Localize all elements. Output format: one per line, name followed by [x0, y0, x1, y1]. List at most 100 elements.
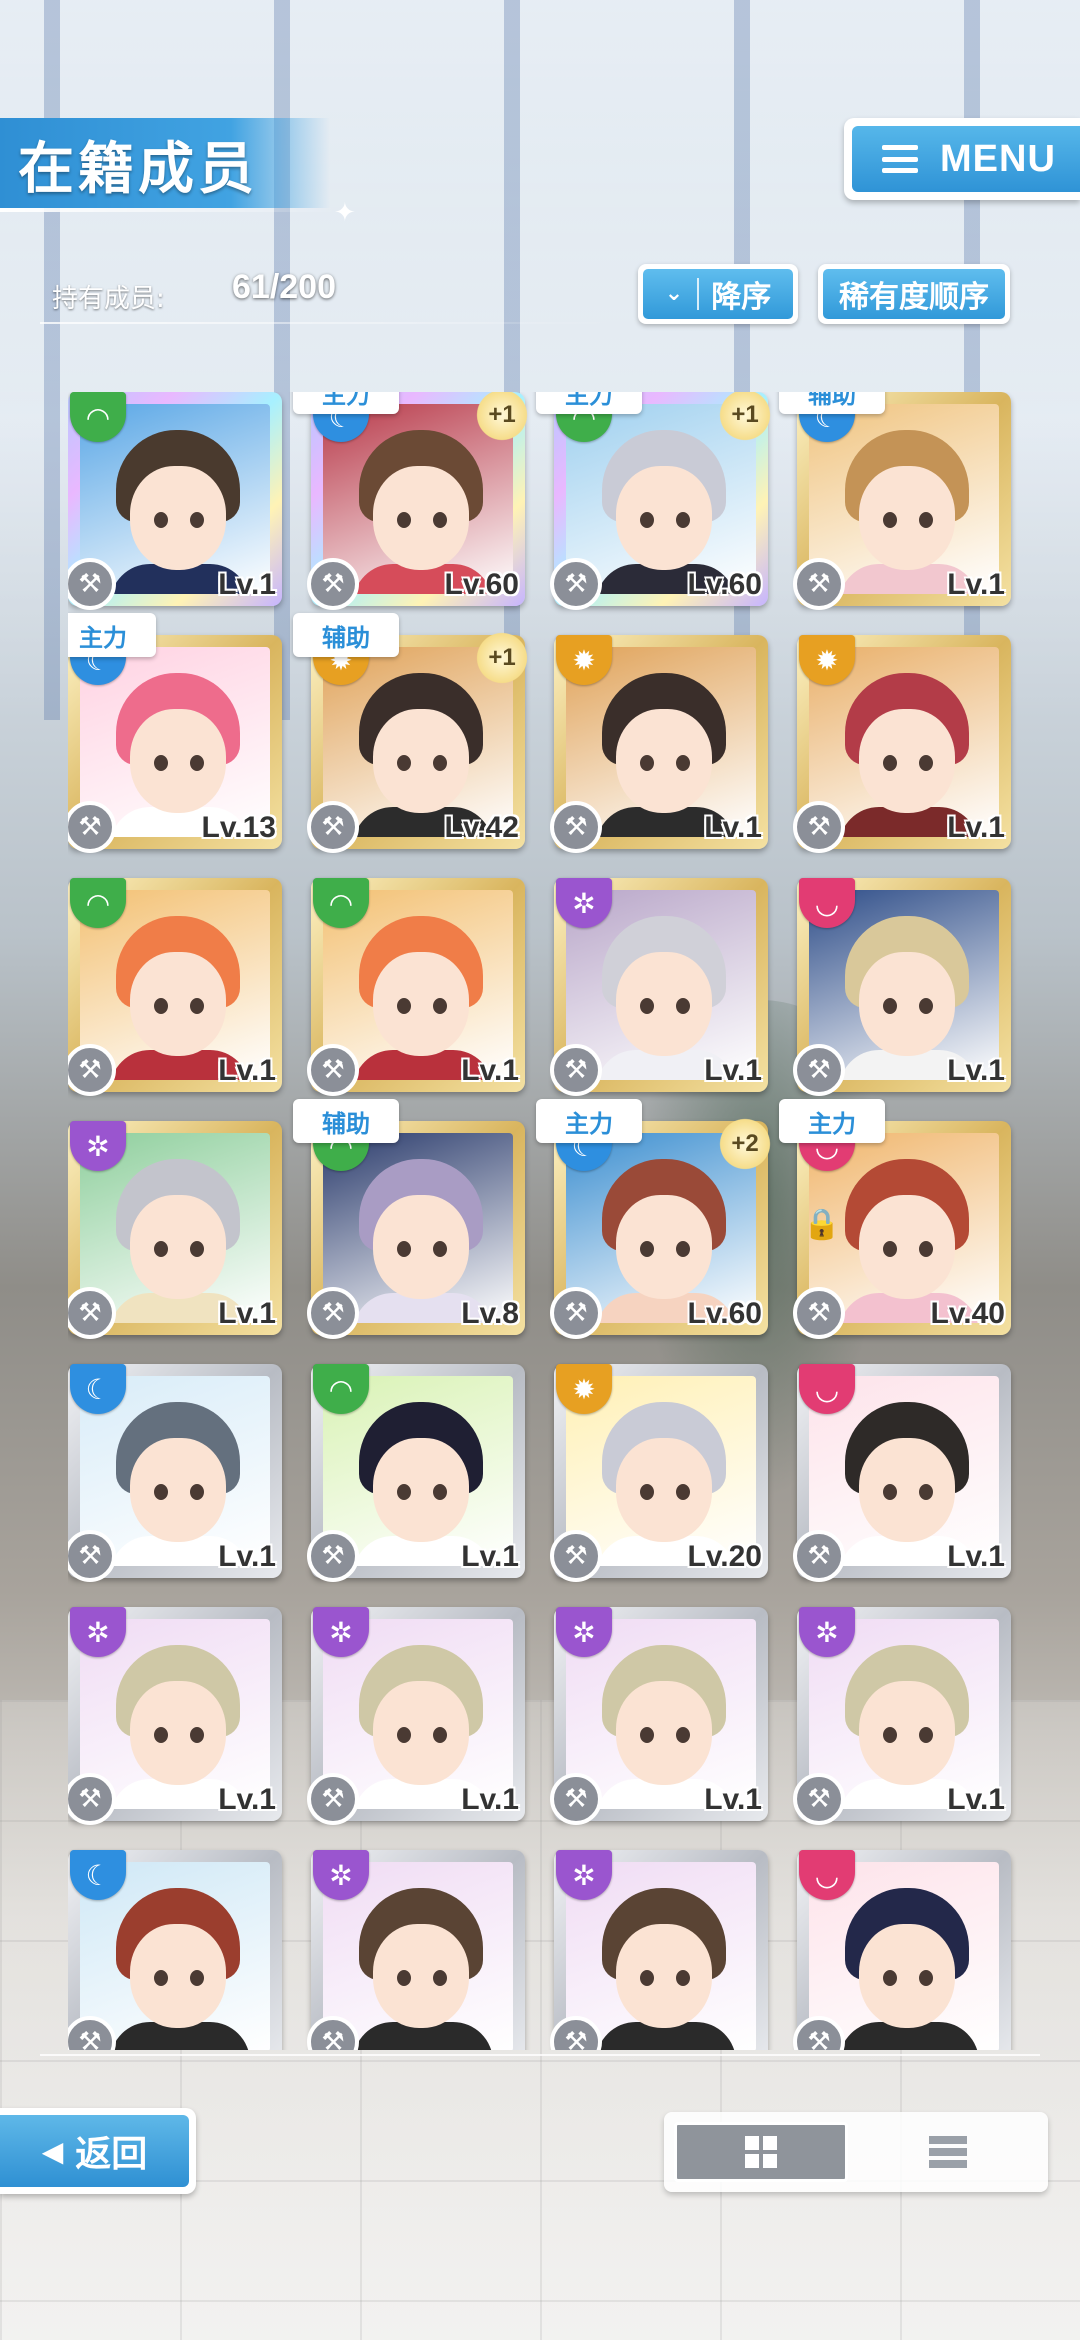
- count-divider: [40, 322, 620, 324]
- tool-icon: ⚒: [793, 1530, 845, 1582]
- tool-icon: ⚒: [550, 1287, 602, 1339]
- member-card[interactable]: ◠ ⚒ Lv.60 主力 +1: [536, 392, 774, 610]
- member-card[interactable]: ✲ ⚒ Lv.1: [793, 1607, 1011, 1825]
- sort-rarity-button[interactable]: 稀有度顺序: [818, 264, 1010, 324]
- enhance-badge: +2: [716, 1115, 774, 1173]
- member-card[interactable]: ◡ ⚒ Lv.1: [793, 1364, 1011, 1582]
- member-card[interactable]: ✲ ⚒ Lv.1: [307, 1607, 525, 1825]
- tool-icon: ⚒: [550, 801, 602, 853]
- member-card[interactable]: ◠ ⚒ Lv.1: [307, 1364, 525, 1582]
- back-button[interactable]: ◀ 返回: [0, 2108, 196, 2194]
- title-underline: [0, 208, 340, 212]
- member-card[interactable]: ✲ ⚒ Lv.1: [68, 1121, 282, 1339]
- sort-order-label: 降序: [711, 280, 772, 315]
- menu-label: MENU: [940, 137, 1056, 180]
- member-card[interactable]: ✹ ⚒ Lv.1: [550, 635, 768, 853]
- member-card[interactable]: ◠ ⚒ Lv.1: [307, 878, 525, 1096]
- tool-icon: ⚒: [307, 1773, 359, 1825]
- sort-rarity-label: 稀有度顺序: [839, 280, 989, 315]
- tool-icon: ⚒: [307, 1044, 359, 1096]
- member-card[interactable]: ◡ ⚒ Lv.40 主力 🔒: [779, 1099, 1011, 1339]
- member-card[interactable]: ☾ ⚒ Lv.60 主力 +2: [536, 1099, 774, 1339]
- back-label: 返回: [75, 2134, 148, 2175]
- member-card[interactable]: ✲ ⚒ Lv.1: [68, 1607, 282, 1825]
- level-label: Lv.1: [461, 1054, 519, 1087]
- role-badge: 主力: [68, 613, 156, 657]
- tool-icon: ⚒: [793, 558, 845, 610]
- enhance-badge: +1: [473, 629, 531, 687]
- tool-icon: ⚒: [307, 558, 359, 610]
- list-view-button[interactable]: [858, 2122, 1038, 2182]
- sort-order-button[interactable]: ⌄ 降序: [638, 264, 798, 324]
- member-card[interactable]: ✲ ⚒: [307, 1850, 525, 2050]
- level-label: Lv.1: [704, 811, 762, 844]
- member-card[interactable]: ✹ ⚒ Lv.20: [550, 1364, 768, 1582]
- level-label: Lv.42: [444, 811, 520, 844]
- member-card[interactable]: ✲ ⚒ Lv.1: [550, 878, 768, 1096]
- level-label: Lv.1: [947, 1054, 1005, 1087]
- member-card[interactable]: ◠ ⚒ Lv.1: [68, 878, 282, 1096]
- tool-icon: ⚒: [793, 1287, 845, 1339]
- member-card[interactable]: ✹ ⚒ Lv.1: [793, 635, 1011, 853]
- role-badge: 主力: [779, 1099, 885, 1143]
- level-label: Lv.1: [704, 1054, 762, 1087]
- level-label: Lv.1: [461, 1783, 519, 1816]
- level-label: Lv.1: [218, 568, 276, 601]
- level-label: Lv.1: [218, 1054, 276, 1087]
- level-label: Lv.40: [930, 1297, 1006, 1330]
- level-label: Lv.1: [704, 1783, 762, 1816]
- tool-icon: ⚒: [793, 1773, 845, 1825]
- member-card[interactable]: ◡ ⚒ Lv.1: [793, 878, 1011, 1096]
- grid-icon: [745, 2136, 777, 2168]
- page-title: 在籍成员: [18, 137, 258, 202]
- role-badge: 主力: [536, 392, 642, 414]
- tool-icon: ⚒: [793, 1044, 845, 1096]
- tool-icon: ⚒: [307, 801, 359, 853]
- level-label: Lv.20: [687, 1540, 763, 1573]
- grid-view-button[interactable]: [674, 2122, 848, 2182]
- member-card[interactable]: ☾ ⚒: [68, 1850, 282, 2050]
- member-card[interactable]: ☾ ⚒ Lv.13 主力: [68, 613, 282, 853]
- level-label: Lv.8: [461, 1297, 519, 1330]
- member-grid: ◠ ⚒ Lv.1 ☾ ⚒ Lv.60 主力 +1 ◠ ⚒ Lv.60 主力 +1 ☾ ⚒ Lv.1 辅助 ☾ ⚒ Lv…: [68, 392, 1018, 2050]
- member-card[interactable]: ✹ ⚒ Lv.42 辅助 +1: [293, 613, 531, 853]
- role-badge: 辅助: [293, 1099, 399, 1143]
- role-badge: 辅助: [293, 613, 399, 657]
- member-card[interactable]: ◠ ⚒ Lv.8 辅助: [293, 1099, 525, 1339]
- view-toggle: [664, 2112, 1048, 2192]
- member-card[interactable]: ◡ ⚒: [793, 1850, 1011, 2050]
- member-card[interactable]: ☾ ⚒ Lv.60 主力 +1: [293, 392, 531, 610]
- level-label: Lv.1: [947, 1540, 1005, 1573]
- level-label: Lv.60: [687, 568, 763, 601]
- hamburger-icon: [882, 145, 918, 173]
- tool-icon: ⚒: [550, 558, 602, 610]
- level-label: Lv.1: [218, 1297, 276, 1330]
- tool-icon: ⚒: [307, 1530, 359, 1582]
- chevron-down-icon: ⌄: [665, 278, 700, 310]
- role-badge: 辅助: [779, 392, 885, 414]
- tool-icon: ⚒: [550, 1044, 602, 1096]
- member-card[interactable]: ◠ ⚒ Lv.1: [68, 392, 282, 610]
- member-count-value: 61/200: [232, 268, 336, 306]
- lock-icon: 🔒: [803, 1207, 841, 1242]
- level-label: Lv.1: [947, 811, 1005, 844]
- member-count-label: 持有成员:: [52, 284, 165, 314]
- level-label: Lv.1: [461, 1540, 519, 1573]
- role-badge: 主力: [536, 1099, 642, 1143]
- enhance-badge: +1: [473, 392, 531, 444]
- tool-icon: ⚒: [550, 1773, 602, 1825]
- member-card[interactable]: ✲ ⚒ Lv.1: [550, 1607, 768, 1825]
- level-label: Lv.1: [947, 1783, 1005, 1816]
- level-label: Lv.1: [218, 1540, 276, 1573]
- list-icon: [929, 2136, 967, 2168]
- level-label: Lv.60: [687, 1297, 763, 1330]
- sparkle-icon: ✦: [334, 198, 356, 228]
- menu-button[interactable]: MENU: [844, 118, 1080, 200]
- bottom-divider: [40, 2054, 1040, 2056]
- member-card[interactable]: ☾ ⚒ Lv.1: [68, 1364, 282, 1582]
- level-label: Lv.1: [947, 568, 1005, 601]
- level-label: Lv.1: [218, 1783, 276, 1816]
- member-card[interactable]: ✲ ⚒: [550, 1850, 768, 2050]
- member-card[interactable]: ☾ ⚒ Lv.1 辅助: [779, 392, 1011, 610]
- tool-icon: ⚒: [793, 801, 845, 853]
